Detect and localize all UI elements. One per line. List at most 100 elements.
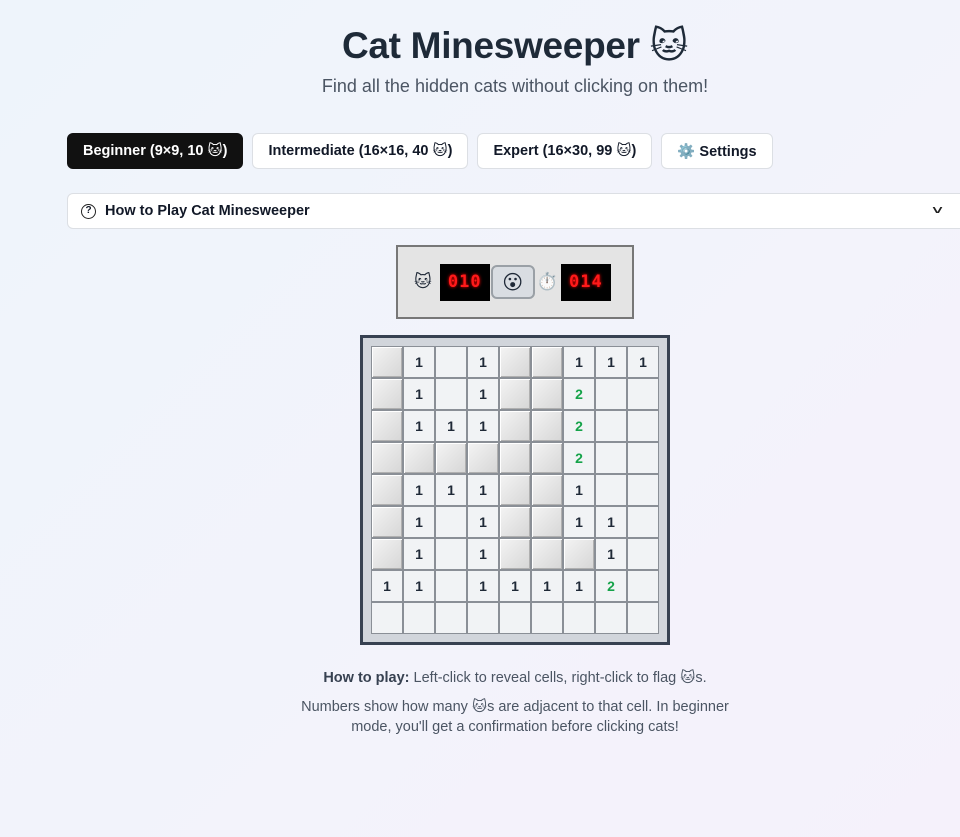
empty-cell[interactable] [627,474,659,506]
expert-mode-button[interactable]: Expert (16×30, 99 🐱) [477,133,653,169]
hidden-cell[interactable] [563,538,595,570]
chevron-down-icon: ˅ [932,203,943,217]
number-cell[interactable]: 1 [627,346,659,378]
cell-grid: 1111111211122111111111111111112 [371,346,659,634]
empty-cell[interactable] [595,410,627,442]
hidden-cell[interactable] [531,410,563,442]
number-cell[interactable]: 1 [499,570,531,602]
stopwatch-icon: ⏱️ [536,272,558,291]
empty-cell[interactable] [627,410,659,442]
number-cell[interactable]: 1 [435,474,467,506]
empty-cell[interactable] [627,602,659,634]
hidden-cell[interactable] [499,538,531,570]
empty-cell[interactable] [627,378,659,410]
hidden-cell[interactable] [371,538,403,570]
how-to-play-accordion[interactable]: ? How to Play Cat Minesweeper ˅ [67,193,960,229]
empty-cell[interactable] [627,442,659,474]
number-cell[interactable]: 1 [467,570,499,602]
number-cell[interactable]: 1 [403,474,435,506]
number-cell[interactable]: 1 [467,410,499,442]
number-cell[interactable]: 1 [467,346,499,378]
hidden-cell[interactable] [531,346,563,378]
question-circle-icon: ? [81,203,96,219]
empty-cell[interactable] [435,602,467,634]
empty-cell[interactable] [403,602,435,634]
empty-cell[interactable] [435,506,467,538]
number-cell[interactable]: 1 [467,506,499,538]
hidden-cell[interactable] [531,474,563,506]
beginner-mode-button[interactable]: Beginner (9×9, 10 🐱) [67,133,244,169]
number-cell[interactable]: 1 [563,346,595,378]
empty-cell[interactable] [435,538,467,570]
empty-cell[interactable] [435,570,467,602]
number-cell[interactable]: 1 [595,506,627,538]
reset-face-button[interactable]: 😮 [490,265,535,299]
hidden-cell[interactable] [435,442,467,474]
hidden-cell[interactable] [371,410,403,442]
empty-cell[interactable] [435,346,467,378]
number-cell[interactable]: 2 [563,378,595,410]
empty-cell[interactable] [595,442,627,474]
number-cell[interactable]: 2 [563,442,595,474]
hidden-cell[interactable] [531,506,563,538]
hidden-cell[interactable] [499,474,531,506]
hidden-cell[interactable] [371,378,403,410]
hidden-cell[interactable] [499,346,531,378]
empty-cell[interactable] [595,474,627,506]
number-cell[interactable]: 1 [371,570,403,602]
hidden-cell[interactable] [499,442,531,474]
number-cell[interactable]: 1 [403,538,435,570]
empty-cell[interactable] [371,602,403,634]
number-cell[interactable]: 2 [595,570,627,602]
number-cell[interactable]: 1 [467,538,499,570]
hidden-cell[interactable] [499,410,531,442]
empty-cell[interactable] [435,378,467,410]
empty-cell[interactable] [467,602,499,634]
numbers-explanation: Numbers show how many 🐱s are adjacent to… [301,699,729,735]
page-subtitle: Find all the hidden cats without clickin… [321,76,709,96]
hidden-cell[interactable] [403,442,435,474]
number-cell[interactable]: 1 [595,346,627,378]
hidden-cell[interactable] [371,506,403,538]
hidden-cell[interactable] [371,442,403,474]
number-cell[interactable]: 1 [435,410,467,442]
hidden-cell[interactable] [531,538,563,570]
number-cell[interactable]: 2 [563,410,595,442]
number-cell[interactable]: 1 [403,378,435,410]
number-cell[interactable]: 1 [403,570,435,602]
settings-button[interactable]: ⚙️ Settings [661,133,773,169]
difficulty-selector: Beginner (9×9, 10 🐱) Intermediate (16×16… [67,133,773,169]
number-cell[interactable]: 1 [403,346,435,378]
empty-cell[interactable] [595,602,627,634]
empty-cell[interactable] [595,378,627,410]
game-status-bar: 🐱 010 😮 ⏱️ 014 [396,245,634,319]
number-cell[interactable]: 1 [467,378,499,410]
number-cell[interactable]: 1 [595,538,627,570]
minesweeper-board: 1111111211122111111111111111112 [360,335,670,645]
hidden-cell[interactable] [467,442,499,474]
how-to-play-heading: How to play: [323,670,410,686]
hidden-cell[interactable] [499,378,531,410]
how-to-play-text: How to play: Left-click to reveal cells,… [290,668,740,688]
number-cell[interactable]: 1 [563,506,595,538]
hidden-cell[interactable] [531,378,563,410]
number-cell[interactable]: 1 [467,474,499,506]
empty-cell[interactable] [627,538,659,570]
hidden-cell[interactable] [499,506,531,538]
hidden-cell[interactable] [371,346,403,378]
empty-cell[interactable] [563,602,595,634]
number-cell[interactable]: 1 [531,570,563,602]
number-cell[interactable]: 1 [403,410,435,442]
empty-cell[interactable] [627,506,659,538]
number-cell[interactable]: 1 [563,474,595,506]
empty-cell[interactable] [499,602,531,634]
empty-cell[interactable] [627,570,659,602]
hidden-cell[interactable] [371,474,403,506]
how-to-play-instructions: Left-click to reveal cells, right-click … [409,670,707,686]
intermediate-mode-button[interactable]: Intermediate (16×16, 40 🐱) [252,133,469,169]
number-cell[interactable]: 1 [403,506,435,538]
page-title: Cat Minesweeper 🐱 [341,25,689,66]
hidden-cell[interactable] [531,442,563,474]
empty-cell[interactable] [531,602,563,634]
number-cell[interactable]: 1 [563,570,595,602]
